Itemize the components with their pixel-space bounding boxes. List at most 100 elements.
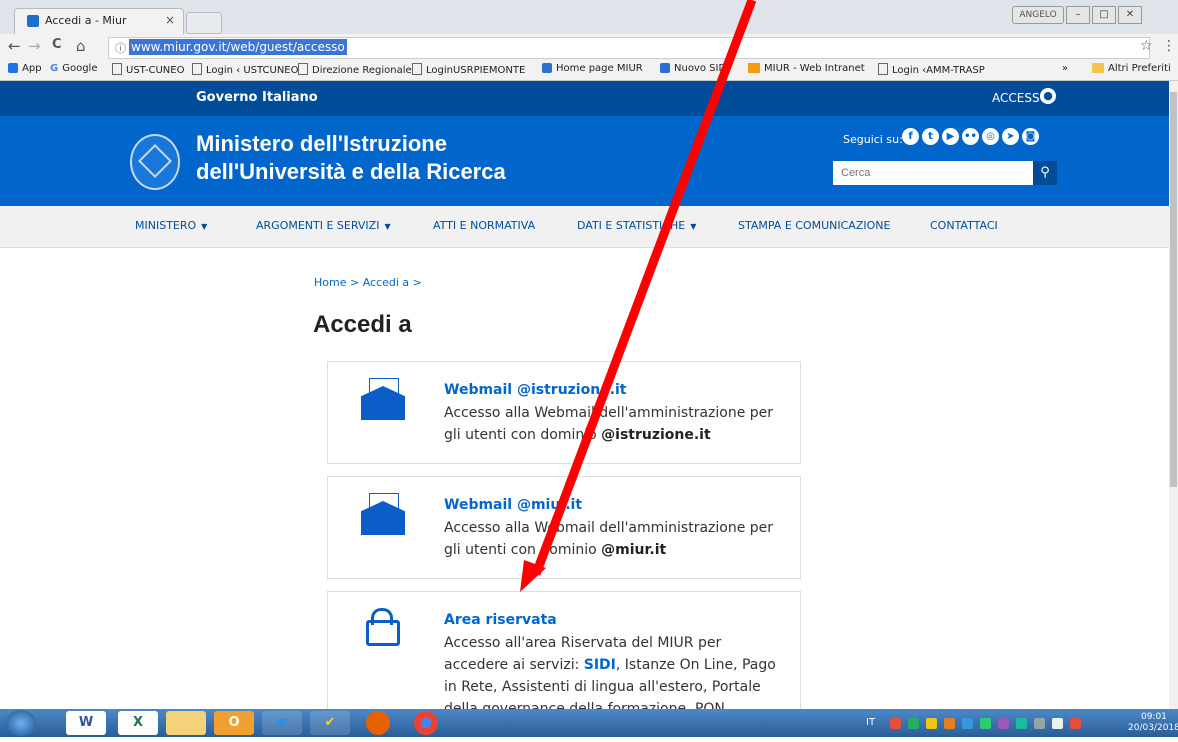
search-input[interactable] [833,161,1033,185]
tray-icon[interactable] [962,718,973,729]
chrome-icon[interactable] [414,711,438,735]
page-icon [192,63,202,75]
excel-icon[interactable]: X [118,711,158,735]
user-icon[interactable]: ● [1040,88,1056,104]
address-bar[interactable]: ⓘ www.miur.gov.it/web/guest/accesso [108,37,1150,59]
tray-icon[interactable] [1070,718,1081,729]
maximize-button[interactable]: □ [1092,6,1116,24]
telegram-icon[interactable]: ➤ [1002,128,1019,145]
reload-icon[interactable]: C [52,37,62,52]
windows-taskbar: W X O e ✔ IT 09:01 20/03/2018 [0,709,1178,737]
bookmark-google[interactable]: G Google [50,63,97,74]
tray-icon[interactable] [944,718,955,729]
bookmark-loginusrpiemonte[interactable]: LoginUSRPIEMONTE [412,63,525,76]
bookmark-home-page-miur[interactable]: Home page MIUR [542,63,643,74]
scrollbar-thumb[interactable] [1170,92,1177,487]
back-icon[interactable]: ← [8,37,21,55]
tray-icon[interactable] [890,718,901,729]
nav-ministero[interactable]: MINISTERO ▼ [135,219,207,232]
bookmark-apps[interactable]: App [8,63,42,74]
instagram-icon[interactable]: ◙ [1022,128,1039,145]
close-window-button[interactable]: ✕ [1118,6,1142,24]
miur-icon [660,63,670,73]
nav-stampa-comunicazione[interactable]: STAMPA E COMUNICAZIONE [738,219,890,232]
home-icon[interactable]: ⌂ [76,37,86,55]
bookmark-login-ustcuneo[interactable]: Login ‹ USTCUNEO [192,63,299,76]
minimize-button[interactable]: – [1066,6,1090,24]
profile-badge[interactable]: ANGELO [1012,6,1064,24]
slideshare-icon[interactable]: ◎ [982,128,999,145]
tab-close-icon[interactable]: × [165,13,175,27]
card-title[interactable]: Webmail @miur.it [444,497,582,513]
tab-title: Accedi a - Miur [45,14,127,27]
page-title: Accedi a [313,311,412,338]
republic-emblem-icon[interactable] [130,134,180,190]
bookmark-other-folder[interactable]: Altri Preferiti [1092,63,1171,74]
bookmarks-more[interactable]: » [1062,63,1068,74]
language-indicator[interactable]: IT [866,717,875,728]
card-title[interactable]: Webmail @istruzione.it [444,382,627,398]
google-icon: G [50,63,59,74]
word-icon[interactable]: W [66,711,106,735]
url-text[interactable]: www.miur.gov.it/web/guest/accesso [129,39,347,55]
caret-down-icon: ▼ [384,222,391,231]
tray-icon[interactable] [998,718,1009,729]
bookmark-miur-intranet[interactable]: MIUR - Web Intranet [748,63,865,74]
nav-argomenti-servizi[interactable]: ARGOMENTI E SERVIZI ▼ [256,219,391,232]
breadcrumb[interactable]: Home > Accedi a > [314,276,422,289]
browser-menu-icon[interactable]: ⋮ [1162,38,1176,54]
outlook-icon[interactable]: O [214,711,254,735]
flickr-icon[interactable]: •• [962,128,979,145]
tray-icon[interactable] [926,718,937,729]
bookmark-star-icon[interactable]: ☆ [1140,38,1153,54]
youtube-icon[interactable]: ▶ [942,128,959,145]
network-icon[interactable] [980,718,991,729]
facebook-icon[interactable]: f [902,128,919,145]
new-tab-button[interactable] [186,12,222,34]
twitter-icon[interactable]: t [922,128,939,145]
search-button[interactable]: ⚲ [1033,161,1057,185]
site-title-line1[interactable]: Ministero dell'Istruzione [196,131,447,157]
lock-icon [366,620,400,646]
bookmark-login-amm-trasp[interactable]: Login ‹AMM-TRASP [878,63,985,76]
nav-dati-statistiche[interactable]: DATI E STATISTICHE ▼ [577,219,696,232]
tray-icon[interactable] [1016,718,1027,729]
browser-tab[interactable]: Accedi a - Miur × [14,8,184,35]
messenger-icon[interactable]: ✔ [310,711,350,735]
info-icon[interactable]: ⓘ [115,40,126,56]
file-explorer-icon[interactable] [166,711,206,735]
site-header: Ministero dell'Istruzione dell'Universit… [0,116,1169,206]
tray-icon[interactable] [908,718,919,729]
site-title-line2[interactable]: dell'Università e della Ricerca [196,159,506,185]
page-icon [878,63,888,75]
card-description: Accesso alla Webmail dell'amministrazion… [444,405,774,443]
start-button[interactable] [6,710,36,736]
card-title[interactable]: Area riservata [444,612,557,628]
page-icon [298,63,308,75]
card-webmail-istruzione[interactable]: Webmail @istruzione.it Accesso alla Webm… [327,361,801,464]
governo-italiano-link[interactable]: Governo Italiano [196,90,318,105]
internet-explorer-icon[interactable]: e [262,711,302,735]
miur-icon [542,63,552,73]
card-description: Accesso alla Webmail dell'amministrazion… [444,520,774,558]
follow-label: Seguici su: [843,133,903,146]
bookmark-ust-cuneo[interactable]: UST-CUNEO [112,63,184,76]
bookmark-direzione-regionale[interactable]: Direzione Regionale [298,63,412,76]
nav-contattaci[interactable]: CONTATTACI [930,219,998,232]
bookmark-nuovo-sidi[interactable]: Nuovo SIDI [660,63,729,74]
system-clock[interactable]: 09:01 20/03/2018 [1128,712,1178,734]
apps-grid-icon [8,63,18,73]
main-nav: MINISTERO ▼ ARGOMENTI E SERVIZI ▼ ATTI E N… [0,206,1169,248]
volume-icon[interactable] [1052,718,1063,729]
government-bar: Governo Italiano ACCESSO ● [0,81,1169,116]
page-icon [112,63,122,75]
caret-down-icon: ▼ [690,222,697,231]
card-webmail-miur[interactable]: Webmail @miur.it Accesso alla Webmail de… [327,476,801,579]
folder-icon [1092,63,1104,73]
bookmarks-bar: App G Google UST-CUNEO Login ‹ USTCUNEO D… [0,60,1178,81]
tray-icon[interactable] [1034,718,1045,729]
forward-icon[interactable]: → [28,37,41,55]
nav-atti-normativa[interactable]: ATTI E NORMATIVA [433,219,535,232]
firefox-icon[interactable] [366,711,390,735]
sidi-link[interactable]: SIDI [584,657,616,673]
